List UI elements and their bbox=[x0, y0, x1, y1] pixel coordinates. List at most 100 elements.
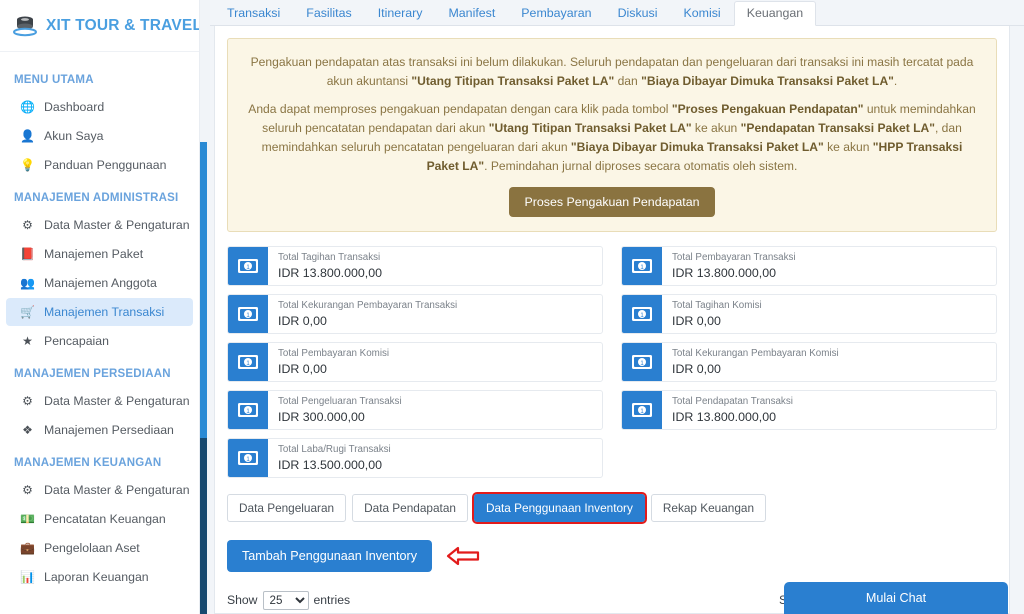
stat-card-value: IDR 13.500.000,00 bbox=[278, 457, 383, 472]
tab-pembayaran[interactable]: Pembayaran bbox=[508, 1, 604, 25]
stat-card-value: IDR 0,00 bbox=[278, 361, 327, 376]
sidebar-item-manajemen-paket[interactable]: 📕 Manajemen Paket bbox=[6, 240, 193, 268]
sidebar-item-label: Manajemen Paket bbox=[44, 247, 144, 261]
stat-card-value: IDR 300.000,00 bbox=[278, 409, 365, 424]
stat-card: 1 Total Tagihan Transaksi IDR 13.800.000,0… bbox=[227, 246, 603, 287]
tab-fasilitas[interactable]: Fasilitas bbox=[293, 1, 364, 25]
users-icon: 👥 bbox=[20, 276, 35, 290]
page-size-select[interactable]: 102550100 bbox=[262, 590, 309, 610]
subtab-data-pendapatan[interactable]: Data Pendapatan bbox=[352, 494, 468, 523]
brand-header[interactable]: XIT TOUR & TRAVEL bbox=[0, 0, 199, 52]
table-actions-row: Tambah Penggunaan Inventory bbox=[227, 540, 997, 573]
brand-name: XIT TOUR & TRAVEL bbox=[46, 16, 200, 34]
stat-card-body: Total Laba/Rugi Transaksi IDR 13.500.000,… bbox=[268, 439, 401, 477]
money-bill-icon: 1 bbox=[228, 439, 268, 478]
sidebar-scrollbar-thumb[interactable] bbox=[200, 142, 207, 438]
alert-p2-bold1: "Proses Pengakuan Pendapatan" bbox=[671, 102, 864, 117]
stat-card: 1 Total Pengeluaran Transaksi IDR 300.000,… bbox=[227, 390, 603, 431]
alert-p2-bold4: "Biaya Dibayar Dimuka Transaksi Paket LA… bbox=[570, 139, 824, 154]
money-bill-icon: 1 bbox=[622, 391, 662, 430]
stat-card-label: Total Pembayaran Komisi bbox=[278, 347, 390, 359]
stat-card-body: Total Kekurangan Pembayaran Transaksi IDR… bbox=[268, 295, 467, 333]
sidebar-section-title: MANAJEMEN KEUANGAN bbox=[14, 457, 162, 469]
stat-card: 1 Total Pembayaran Transaksi IDR 13.800.00… bbox=[621, 246, 997, 287]
sidebar-scrollbar-gap-top bbox=[200, 0, 207, 142]
money-bill-icon: 1 bbox=[228, 391, 268, 430]
sidebar-item-panduan-penggunaan[interactable]: 💡 Panduan Penggunaan bbox=[6, 151, 193, 179]
alert-p1-bold1: "Utang Titipan Transaksi Paket LA" bbox=[411, 73, 615, 88]
stat-card-value: IDR 13.800.000,00 bbox=[672, 265, 777, 280]
sidebar-item-label: Akun Saya bbox=[44, 129, 104, 143]
sidebar-item-label: Manajemen Persediaan bbox=[44, 423, 174, 437]
page-length-control: Show 102550100 entries bbox=[227, 590, 351, 610]
stat-card-value: IDR 0,00 bbox=[672, 361, 721, 376]
sidebar-item-label: Dashboard bbox=[44, 100, 105, 114]
data-section-tabs: Data Pengeluaran Data Pendapatan Data Peng… bbox=[227, 492, 997, 525]
sidebar-item-akun-saya[interactable]: 👤 Akun Saya bbox=[6, 122, 193, 150]
stat-card-label: Total Pengeluaran Transaksi bbox=[278, 395, 402, 407]
subtab-data-pengeluaran[interactable]: Data Pengeluaran bbox=[227, 494, 347, 523]
tab-komisi[interactable]: Komisi bbox=[671, 1, 734, 25]
alert-p2-text3: ke akun bbox=[691, 121, 741, 136]
sidebar-item-label: Laporan Keuangan bbox=[44, 570, 149, 584]
money-icon: 💵 bbox=[20, 512, 35, 526]
sidebar-item-data-master-pengaturan[interactable]: ⚙ Data Master & Pengaturan bbox=[6, 211, 193, 239]
sidebar-item-pencapaian[interactable]: ★ Pencapaian bbox=[6, 327, 193, 355]
tab-transaksi[interactable]: Transaksi bbox=[214, 1, 293, 25]
arrow-left-icon bbox=[446, 546, 480, 566]
money-bill-icon: 1 bbox=[622, 247, 662, 286]
alert-action-wrap: Proses Pengakuan Pendapatan bbox=[248, 187, 976, 218]
sidebar-item-dashboard[interactable]: 🌐 Dashboard bbox=[6, 93, 193, 121]
award-icon: ★ bbox=[22, 334, 33, 348]
sidebar-section-title: MANAJEMEN ADMINISTRASI bbox=[14, 192, 179, 204]
sidebar-item-pencatatan-keuangan[interactable]: 💵 Pencatatan Keuangan bbox=[6, 505, 193, 533]
stat-card: 1 Total Pembayaran Komisi IDR 0,00 bbox=[227, 342, 603, 383]
sidebar-item-data-master-pengaturan[interactable]: ⚙ Data Master & Pengaturan bbox=[6, 476, 193, 504]
sidebar-item-manajemen-anggota[interactable]: 👥 Manajemen Anggota bbox=[6, 269, 193, 297]
money-bill-icon: 1 bbox=[622, 343, 662, 382]
revenue-recognition-alert: Pengakuan pendapatan atas transaksi ini … bbox=[227, 38, 997, 233]
globe-icon: 🌐 bbox=[20, 100, 35, 114]
tambah-penggunaan-inventory-button[interactable]: Tambah Penggunaan Inventory bbox=[227, 540, 433, 573]
stat-card-label: Total Kekurangan Pembayaran Transaksi bbox=[278, 299, 458, 311]
sidebar-item-data-master-pengaturan[interactable]: ⚙ Data Master & Pengaturan bbox=[6, 387, 193, 415]
sidebar-item-laporan-keuangan[interactable]: 📊 Laporan Keuangan bbox=[6, 563, 193, 591]
stat-card-value: IDR 13.800.000,00 bbox=[672, 409, 777, 424]
alert-p2-text1: Anda dapat memproses pengakuan pendapata… bbox=[248, 102, 672, 117]
stat-card-value: IDR 0,00 bbox=[672, 313, 721, 328]
stat-card: 1 Total Pendapatan Transaksi IDR 13.800.00… bbox=[621, 390, 997, 431]
stat-card-value: IDR 13.800.000,00 bbox=[278, 265, 383, 280]
subtab-rekap-keuangan[interactable]: Rekap Keuangan bbox=[650, 494, 767, 523]
tab-keuangan[interactable]: Keuangan bbox=[733, 1, 817, 26]
book-icon: 📕 bbox=[20, 247, 35, 261]
stat-card: 1 Total Tagihan Komisi IDR 0,00 bbox=[621, 294, 997, 335]
entries-label: entries bbox=[313, 593, 351, 608]
financial-summary-cards: 1 Total Tagihan Transaksi IDR 13.800.000,0… bbox=[227, 246, 997, 479]
briefcase-icon: 💼 bbox=[20, 541, 35, 555]
stat-card-label: Total Kekurangan Pembayaran Komisi bbox=[672, 347, 839, 359]
tab-diskusi[interactable]: Diskusi bbox=[605, 1, 671, 25]
cart-icon: 🛒 bbox=[20, 305, 35, 319]
sidebar-item-manajemen-transaksi[interactable]: 🛒 Manajemen Transaksi bbox=[6, 298, 193, 326]
money-bill-icon: 1 bbox=[622, 295, 662, 334]
stat-card-value: IDR 0,00 bbox=[278, 313, 327, 328]
stat-card-body: Total Tagihan Komisi IDR 0,00 bbox=[662, 295, 772, 333]
sidebar-nav: MENU UTAMA 🌐 Dashboard 👤 Akun Saya 💡 Panduan P… bbox=[0, 52, 199, 591]
stat-card: 1 Total Kekurangan Pembayaran Komisi IDR 0… bbox=[621, 342, 997, 383]
sidebar-scrollbar-thumb-lower[interactable] bbox=[200, 438, 207, 614]
sidebar-item-pengelolaan-aset[interactable]: 💼 Pengelolaan Aset bbox=[6, 534, 193, 562]
stat-card-label: Total Pendapatan Transaksi bbox=[672, 395, 793, 407]
sidebar-item-manajemen-persediaan[interactable]: ❖ Manajemen Persediaan bbox=[6, 416, 193, 444]
sidebar-item-label: Data Master & Pengaturan bbox=[44, 483, 190, 497]
report-icon: 📊 bbox=[20, 570, 35, 584]
chat-widget-button[interactable]: Mulai Chat bbox=[784, 582, 1008, 614]
stat-card-body: Total Pembayaran Komisi IDR 0,00 bbox=[268, 343, 399, 381]
tab-itinerary[interactable]: Itinerary bbox=[365, 1, 436, 25]
stat-card-label: Total Pembayaran Transaksi bbox=[672, 251, 796, 263]
subtab-data-penggunaan-inventory[interactable]: Data Penggunaan Inventory bbox=[471, 492, 647, 525]
alert-p2-text6: . Pemindahan jurnal diproses secara otom… bbox=[484, 158, 798, 173]
stat-card-body: Total Pengeluaran Transaksi IDR 300.000,0… bbox=[268, 391, 412, 429]
chat-widget-label: Mulai Chat bbox=[865, 591, 927, 605]
tab-manifest[interactable]: Manifest bbox=[435, 1, 508, 25]
proses-pengakuan-pendapatan-button[interactable]: Proses Pengakuan Pendapatan bbox=[508, 187, 716, 218]
